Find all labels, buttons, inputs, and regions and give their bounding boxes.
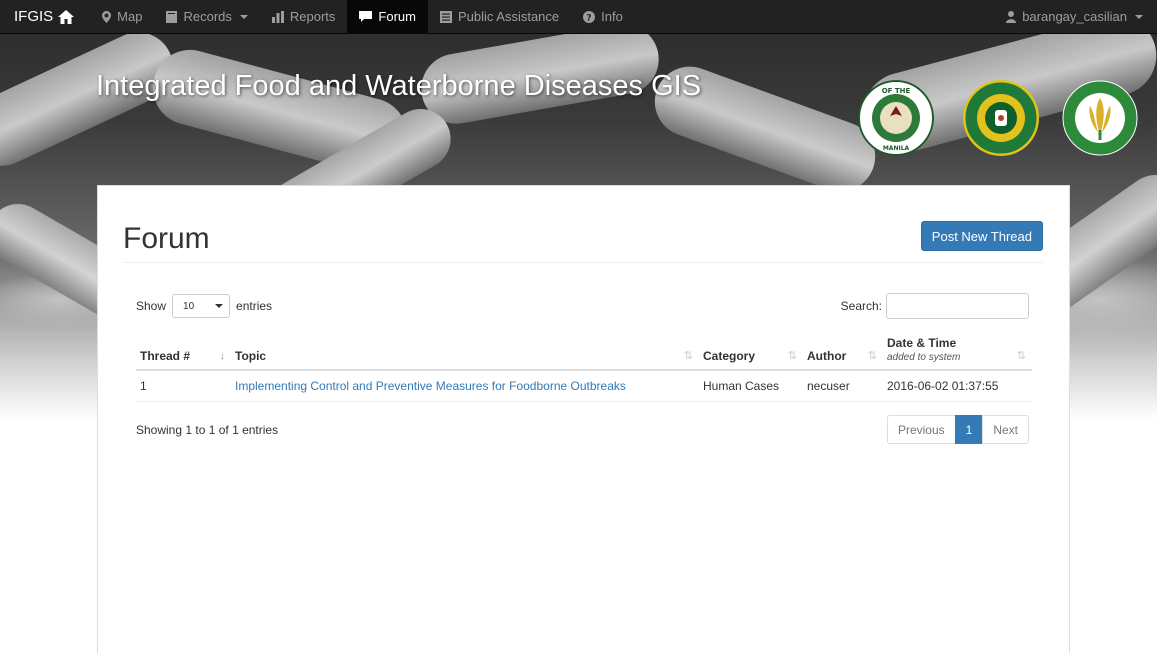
pagination-next-button[interactable]: Next — [982, 415, 1029, 444]
user-name: barangay_casilian — [1022, 9, 1127, 24]
list-alt-icon — [439, 10, 452, 23]
topic-link[interactable]: Implementing Control and Preventive Meas… — [235, 379, 626, 393]
table-row: 1 Implementing Control and Preventive Me… — [136, 370, 1032, 402]
top-navbar: IFGIS Map Records Reports Forum Public A… — [0, 0, 1157, 34]
up-manila-seal: OF THE MANILA — [858, 80, 934, 156]
table-info: Showing 1 to 1 of 1 entries — [136, 423, 279, 437]
select-caret-icon — [215, 304, 224, 308]
nav-item-reports[interactable]: Reports — [260, 0, 348, 34]
comment-icon — [359, 10, 373, 22]
sort-both-icon: ⇅ — [683, 350, 693, 362]
nav-item-label: Info — [601, 9, 623, 24]
caret-down-icon — [239, 14, 248, 19]
user-icon — [1006, 10, 1017, 23]
cell-datetime: 2016-06-02 01:37:55 — [883, 370, 1032, 402]
pagination: Previous 1 Next — [886, 415, 1029, 444]
search-label: Search: — [840, 299, 882, 313]
post-new-thread-button[interactable]: Post New Thread — [920, 221, 1043, 251]
search-control: Search: — [841, 293, 1029, 319]
cell-author: necuser — [803, 370, 883, 402]
nav-item-records[interactable]: Records — [154, 0, 259, 34]
da-seal — [1062, 80, 1138, 156]
seal-bottom-text: MANILA — [883, 145, 910, 152]
nav-item-label: Map — [117, 9, 143, 24]
seal-top-text: OF THE — [882, 87, 911, 95]
brand-link[interactable]: IFGIS — [0, 0, 90, 34]
site-title: Integrated Food and Waterborne Diseases … — [96, 70, 702, 102]
nav-item-label: Forum — [378, 9, 416, 24]
svg-text:?: ? — [587, 13, 592, 23]
column-header-date-time[interactable]: Date & Time added to system ⇅ — [883, 332, 1032, 371]
date-subheader: added to system — [887, 352, 961, 363]
home-icon — [58, 9, 75, 24]
sort-both-icon: ⇅ — [867, 350, 877, 362]
column-header-topic[interactable]: Topic ⇅ — [231, 332, 699, 371]
length-entries-label: entries — [236, 299, 273, 313]
length-show-label: Show — [136, 299, 167, 313]
cell-category: Human Cases — [699, 370, 803, 402]
nav-item-label: Public Assistance — [457, 9, 560, 24]
search-input[interactable] — [886, 293, 1029, 319]
bar-chart-icon — [271, 10, 284, 23]
caret-down-icon — [1135, 14, 1143, 19]
nav-item-forum[interactable]: Forum — [347, 0, 428, 34]
nav-item-info[interactable]: ? Info — [571, 0, 635, 34]
user-menu[interactable]: barangay_casilian — [994, 0, 1157, 34]
cell-thread-number: 1 — [136, 370, 231, 402]
column-header-author[interactable]: Author ⇅ — [803, 332, 883, 371]
forum-panel: Forum Post New Thread Show 10 entries Se… — [97, 185, 1070, 653]
entries-length-control: Show 10 entries — [136, 294, 272, 318]
pagination-previous-button[interactable]: Previous — [886, 415, 956, 444]
nav-item-label: Records — [183, 9, 232, 24]
page-title: Forum — [123, 222, 210, 255]
pagination-page-1[interactable]: 1 — [954, 415, 984, 444]
nav-item-public-assistance[interactable]: Public Assistance — [428, 0, 571, 34]
question-sign-icon: ? — [583, 10, 596, 23]
entries-length-select[interactable]: 10 — [172, 294, 231, 318]
sort-asc-icon: ↓ — [219, 350, 226, 362]
brand-label: IFGIS — [14, 8, 54, 25]
cell-topic: Implementing Control and Preventive Meas… — [231, 370, 699, 402]
nav-item-label: Reports — [289, 9, 336, 24]
book-icon — [166, 10, 178, 23]
column-header-thread[interactable]: Thread # ↓ — [136, 332, 231, 371]
column-header-category[interactable]: Category ⇅ — [699, 332, 803, 371]
forum-table: Thread # ↓ Topic ⇅ Category ⇅ Author ⇅ D… — [136, 332, 1032, 402]
sort-both-icon: ⇅ — [1016, 350, 1026, 362]
nav-item-map[interactable]: Map — [90, 0, 154, 34]
table-header-row: Thread # ↓ Topic ⇅ Category ⇅ Author ⇅ D… — [136, 332, 1032, 371]
doh-seal — [963, 80, 1039, 156]
sort-both-icon: ⇅ — [787, 350, 797, 362]
title-divider — [123, 262, 1043, 263]
map-marker-icon — [102, 10, 112, 23]
length-select-value: 10 — [183, 300, 195, 312]
